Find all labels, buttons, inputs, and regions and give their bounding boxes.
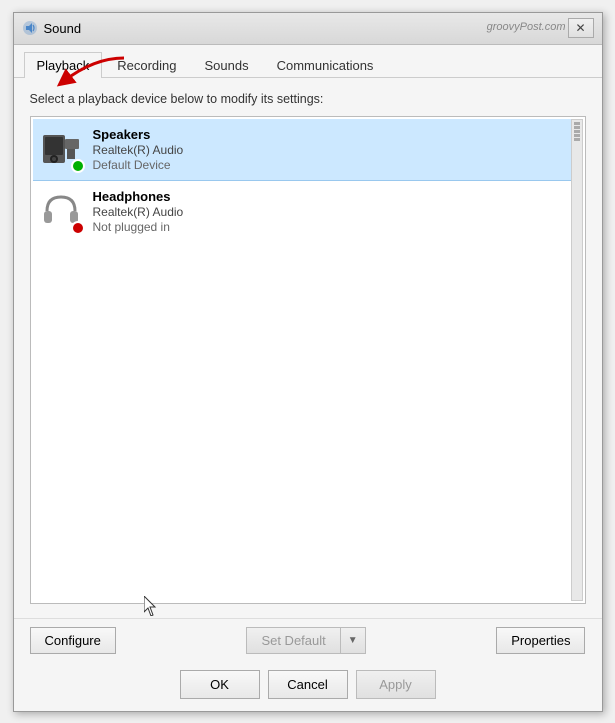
device-list[interactable]: Speakers Realtek(R) Audio Default Device (30, 116, 586, 604)
tab-sounds[interactable]: Sounds (192, 52, 262, 78)
apply-button[interactable]: Apply (356, 670, 436, 699)
tabs-container: Playback Recording Sounds Communications (14, 45, 602, 78)
headphones-icon-wrapper (39, 189, 83, 233)
properties-button[interactable]: Properties (496, 627, 585, 654)
device-list-inner: Speakers Realtek(R) Audio Default Device (31, 117, 585, 245)
headphones-driver: Realtek(R) Audio (93, 205, 184, 219)
scrollbar-bar (574, 126, 580, 129)
tab-playback[interactable]: Playback (24, 52, 103, 78)
footer-buttons: OK Cancel Apply (14, 662, 602, 711)
headphones-info: Headphones Realtek(R) Audio Not plugged … (93, 189, 184, 234)
scrollbar[interactable] (571, 119, 583, 601)
scrollbar-bar (574, 134, 580, 137)
title-bar: Sound groovyPost.com ✕ (14, 13, 602, 45)
ok-button[interactable]: OK (180, 670, 260, 699)
sound-dialog: Sound groovyPost.com ✕ Playback Recordin… (13, 12, 603, 712)
set-default-group: Set Default ▼ (246, 627, 365, 654)
set-default-dropdown-button[interactable]: ▼ (340, 627, 366, 654)
speakers-name: Speakers (93, 127, 184, 142)
device-item-speakers[interactable]: Speakers Realtek(R) Audio Default Device (33, 119, 583, 181)
configure-button[interactable]: Configure (30, 627, 116, 654)
title-bar-left: Sound (22, 20, 82, 36)
bottom-buttons: Configure Set Default ▼ Properties (14, 618, 602, 662)
close-button[interactable]: ✕ (568, 18, 594, 38)
headphones-status: Not plugged in (93, 220, 184, 234)
speakers-status: Default Device (93, 158, 184, 172)
scrollbar-bar (574, 138, 580, 141)
speakers-icon-wrapper (39, 127, 83, 171)
tab-recording[interactable]: Recording (104, 52, 189, 78)
speakers-info: Speakers Realtek(R) Audio Default Device (93, 127, 184, 172)
content-area: Select a playback device below to modify… (14, 78, 602, 618)
scrollbar-bar (574, 130, 580, 133)
tab-communications[interactable]: Communications (264, 52, 387, 78)
window-title: Sound (44, 21, 82, 36)
speakers-driver: Realtek(R) Audio (93, 143, 184, 157)
speakers-status-badge (71, 159, 85, 173)
device-item-headphones[interactable]: Headphones Realtek(R) Audio Not plugged … (33, 181, 583, 243)
cancel-button[interactable]: Cancel (268, 670, 348, 699)
headphones-name: Headphones (93, 189, 184, 204)
headphones-status-badge (71, 221, 85, 235)
instruction-text: Select a playback device below to modify… (30, 92, 586, 106)
sound-icon (22, 20, 38, 36)
scrollbar-bar (574, 122, 580, 125)
set-default-button[interactable]: Set Default (246, 627, 339, 654)
watermark: groovyPost.com (487, 21, 566, 33)
